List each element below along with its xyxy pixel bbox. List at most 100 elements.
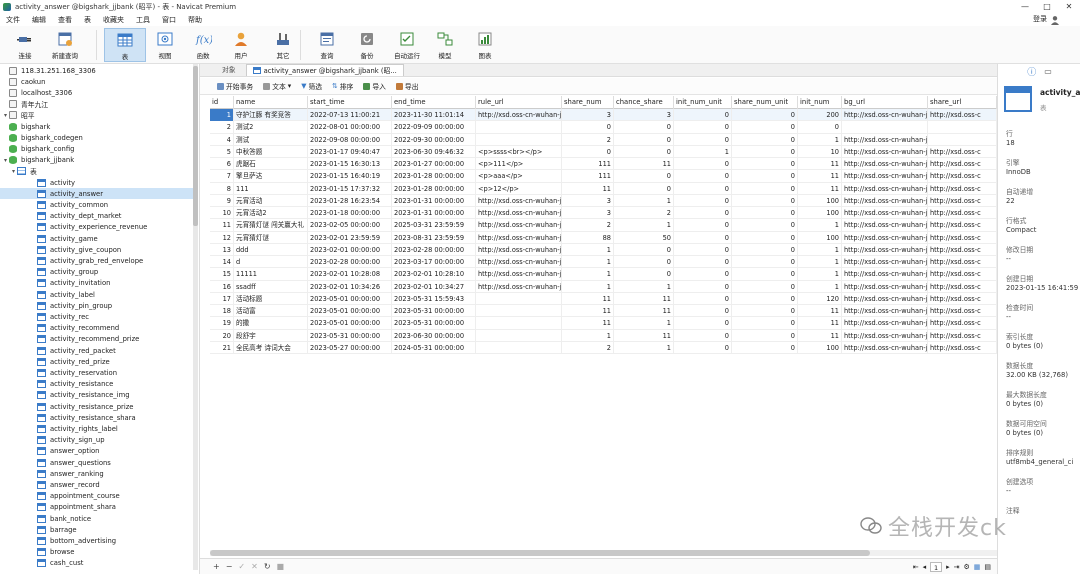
expand-toggle-icon[interactable]: [18, 437, 25, 444]
cell-share-num[interactable]: 1: [562, 243, 614, 256]
cell-share-num[interactable]: 1: [562, 280, 614, 293]
cell-bg-url[interactable]: http://xsd.oss-cn-wuhan-j: [842, 292, 928, 305]
cell-init-num[interactable]: 1: [798, 256, 842, 268]
expand-toggle-icon[interactable]: [2, 145, 9, 152]
cell-chance-share[interactable]: 11: [614, 329, 674, 342]
expand-toggle-icon[interactable]: [18, 246, 25, 253]
cell-share-num-unit[interactable]: 0: [732, 158, 798, 170]
cell-start-time[interactable]: 2023-01-28 16:23:54: [308, 194, 392, 207]
menu-window[interactable]: 窗口: [156, 15, 182, 25]
cell-init-num[interactable]: 100: [798, 341, 842, 354]
cell-share-num-unit[interactable]: 0: [732, 292, 798, 305]
tree-table-item[interactable]: answer_record: [0, 479, 198, 490]
tree-table-item[interactable]: activity_resistance: [0, 379, 198, 390]
cell-share-num-unit[interactable]: 0: [732, 133, 798, 146]
text-button[interactable]: 文本 ▾: [258, 81, 296, 91]
expand-toggle-icon[interactable]: [18, 347, 25, 354]
cell-chance-share[interactable]: 0: [614, 182, 674, 195]
expand-toggle-icon[interactable]: [18, 560, 25, 567]
column-header-start-time[interactable]: start_time: [308, 96, 392, 109]
refresh-button[interactable]: ↻: [261, 562, 274, 571]
cell-init-num[interactable]: 0: [798, 121, 842, 134]
cell-start-time[interactable]: 2023-01-18 00:00:00: [308, 207, 392, 219]
import-button[interactable]: 导入: [358, 81, 391, 91]
cell-name[interactable]: 的撒: [234, 317, 308, 330]
table-row[interactable]: 14 d 2023-02-28 00:00:00 2023-03-17 00:00:0…: [210, 256, 997, 269]
cell-bg-url[interactable]: http://xsd.oss-cn-wuhan-j: [842, 194, 928, 207]
last-page-icon[interactable]: ⇥: [954, 563, 960, 571]
cell-id[interactable]: 6: [210, 158, 234, 170]
table-row[interactable]: 4 测试 2022-09-08 00:00:00 2022-09-30 00:00:0…: [210, 133, 997, 146]
cell-share-num-unit[interactable]: 0: [732, 268, 798, 281]
table-row[interactable]: 15 11111 2023-02-01 10:28:08 2023-02-01 10:…: [210, 268, 997, 281]
cell-share-url[interactable]: [928, 133, 997, 146]
cell-init-num-unit[interactable]: 0: [674, 170, 732, 183]
table-row[interactable]: 6 虎踞石 2023-01-15 16:30:13 2023-01-27 00:00:…: [210, 158, 997, 171]
cell-init-num-unit[interactable]: 0: [674, 243, 732, 256]
tree-connection-item[interactable]: ▾ 昭平: [0, 110, 198, 121]
cell-rule-url[interactable]: <p>aaa</p>: [476, 170, 562, 183]
minimize-button[interactable]: —: [1014, 0, 1036, 13]
cell-share-num[interactable]: 3: [562, 207, 614, 219]
expand-toggle-icon[interactable]: [18, 493, 25, 500]
cell-name[interactable]: 测试2: [234, 121, 308, 134]
tree-table-item[interactable]: activity_recommend: [0, 323, 198, 334]
cell-share-num[interactable]: 1: [562, 268, 614, 281]
expand-toggle-icon[interactable]: [18, 392, 25, 399]
expand-toggle-icon[interactable]: [18, 190, 25, 197]
cell-start-time[interactable]: 2022-08-01 00:00:00: [308, 121, 392, 134]
expand-toggle-icon[interactable]: [2, 101, 9, 108]
expand-toggle-icon[interactable]: [18, 325, 25, 332]
cell-share-num-unit[interactable]: 0: [732, 305, 798, 317]
column-header-chance-share[interactable]: chance_share: [614, 96, 674, 109]
tree-database-item[interactable]: bigshark: [0, 121, 198, 132]
cell-bg-url[interactable]: http://xsd.oss-cn-wuhan-j: [842, 170, 928, 183]
expand-toggle-icon[interactable]: [18, 425, 25, 432]
cell-end-time[interactable]: 2023-02-01 10:34:27: [392, 280, 476, 293]
cell-name[interactable]: 活动富: [234, 305, 308, 317]
expand-toggle-icon[interactable]: [18, 235, 25, 242]
cell-share-url[interactable]: http://xsd.oss-c: [928, 145, 997, 158]
cell-rule-url[interactable]: http://xsd.oss-cn-wuhan-j: [476, 231, 562, 244]
cell-bg-url[interactable]: http://xsd.oss-cn-wuhan-j: [842, 158, 928, 170]
tree-table-item[interactable]: answer_ranking: [0, 468, 198, 479]
cell-name[interactable]: 活动标题: [234, 292, 308, 305]
cell-init-num-unit[interactable]: 0: [674, 109, 732, 121]
cell-id[interactable]: 2: [210, 121, 234, 134]
cell-init-num[interactable]: 11: [798, 182, 842, 195]
cell-end-time[interactable]: 2022-09-30 00:00:00: [392, 133, 476, 146]
cell-init-num-unit[interactable]: 0: [674, 268, 732, 281]
cell-share-num[interactable]: 2: [562, 133, 614, 146]
cell-bg-url[interactable]: http://xsd.oss-cn-wuhan-j: [842, 133, 928, 146]
cell-id[interactable]: 13: [210, 243, 234, 256]
cell-end-time[interactable]: 2023-11-30 11:01:14: [392, 109, 476, 121]
tree-table-item[interactable]: activity_label: [0, 289, 198, 300]
cell-share-num-unit[interactable]: 0: [732, 341, 798, 354]
cell-end-time[interactable]: 2025-03-31 23:59:59: [392, 219, 476, 232]
cell-share-url[interactable]: http://xsd.oss-c: [928, 194, 997, 207]
cell-end-time[interactable]: 2023-03-17 00:00:00: [392, 256, 476, 268]
cell-name[interactable]: 元宵活动2: [234, 207, 308, 219]
tree-table-item[interactable]: bottom_advertising: [0, 535, 198, 546]
tree-connection-item[interactable]: 青年九江: [0, 99, 198, 110]
column-header-bg-url[interactable]: bg_url: [842, 96, 928, 109]
toolbar-chart-button[interactable]: 图表: [464, 28, 506, 62]
tree-connection-item[interactable]: localhost_3306: [0, 87, 198, 98]
tree-table-item[interactable]: activity_red_packet: [0, 345, 198, 356]
column-header-id[interactable]: id: [210, 96, 234, 109]
cell-name[interactable]: 段舒宇: [234, 329, 308, 342]
cell-init-num-unit[interactable]: 0: [674, 256, 732, 268]
cell-chance-share[interactable]: 0: [614, 133, 674, 146]
cell-bg-url[interactable]: http://xsd.oss-cn-wuhan-j: [842, 231, 928, 244]
expand-toggle-icon[interactable]: [18, 448, 25, 455]
prev-page-icon[interactable]: ◂: [923, 563, 927, 571]
cell-bg-url[interactable]: http://xsd.oss-cn-wuhan-j: [842, 280, 928, 293]
table-row[interactable]: 13 ddd 2023-02-01 00:00:00 2023-02-28 00:00…: [210, 243, 997, 256]
cell-id[interactable]: 4: [210, 133, 234, 146]
cell-id[interactable]: 16: [210, 280, 234, 293]
cell-id[interactable]: 15: [210, 268, 234, 281]
cell-init-num-unit[interactable]: 0: [674, 207, 732, 219]
toolbar-connection-button[interactable]: 连接: [4, 28, 46, 62]
table-row[interactable]: 10 元宵活动2 2023-01-18 00:00:00 2023-01-31 00:…: [210, 207, 997, 220]
cell-chance-share[interactable]: 1: [614, 280, 674, 293]
